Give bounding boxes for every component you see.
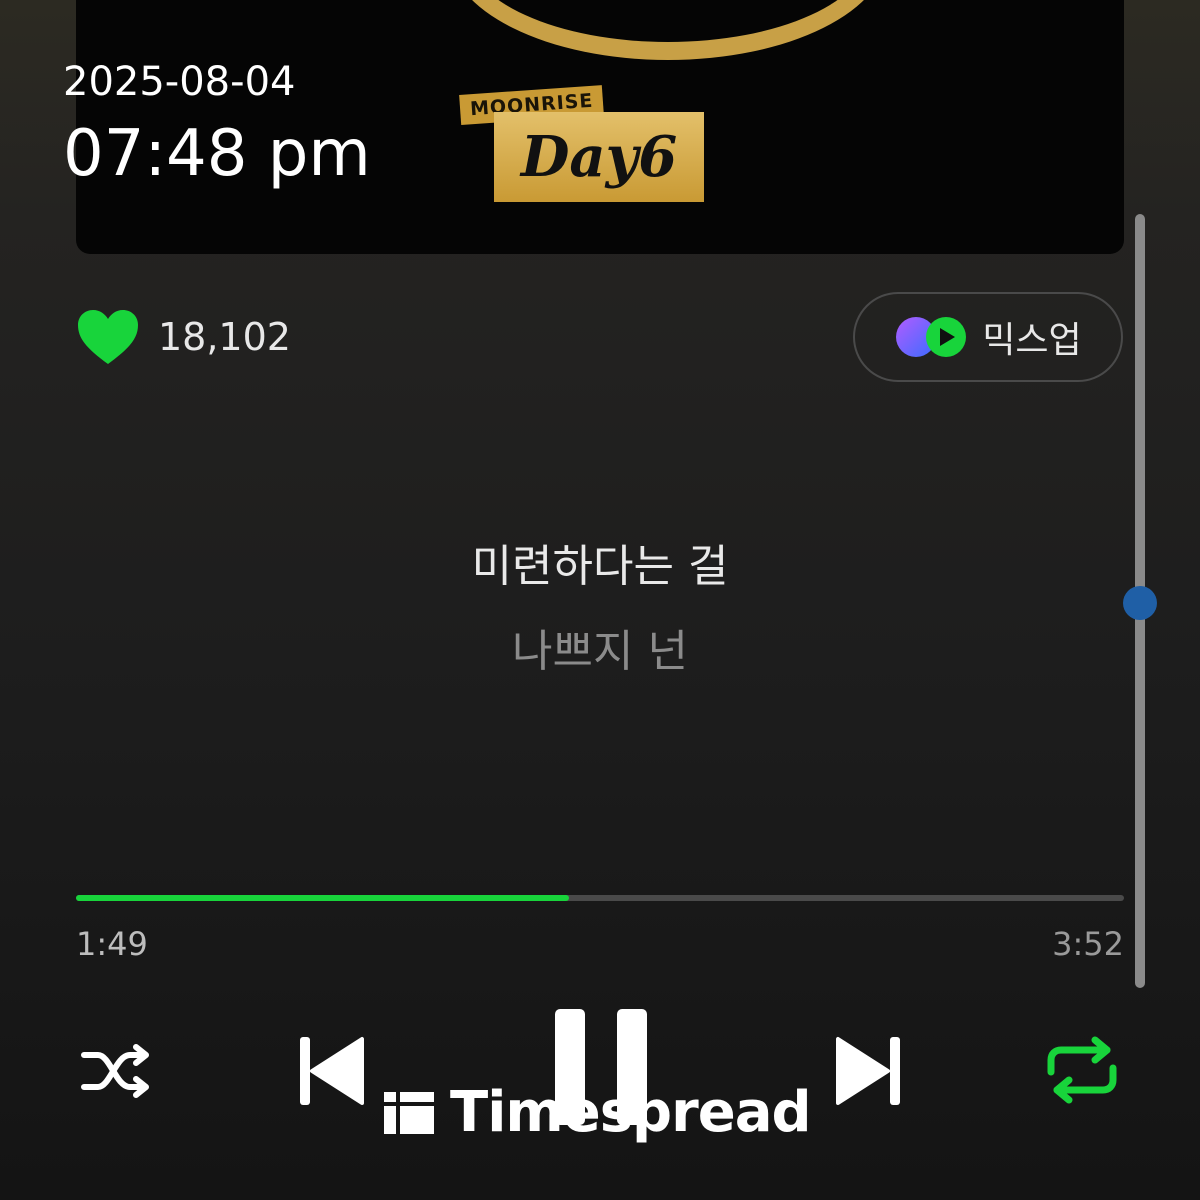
album-ring-graphic <box>448 0 888 60</box>
like-row: 18,102 <box>76 308 291 366</box>
previous-icon[interactable] <box>298 1033 364 1109</box>
watermark-logo-icon <box>384 1091 434 1134</box>
progress-fill <box>76 895 569 901</box>
heart-icon[interactable] <box>76 308 140 366</box>
next-icon[interactable] <box>836 1033 902 1109</box>
scrollbar-handle[interactable] <box>1123 586 1157 620</box>
album-badge-main: Day6 <box>494 112 704 202</box>
watermark: Timespread <box>384 1080 812 1145</box>
datetime-overlay: 2025-08-04 07:48 pm <box>63 62 371 186</box>
like-count: 18,102 <box>158 315 291 359</box>
date-text: 2025-08-04 <box>63 59 296 105</box>
mixup-button[interactable]: 믹스업 <box>853 292 1123 382</box>
mixup-icon <box>896 317 967 357</box>
watermark-text: Timespread <box>450 1080 812 1145</box>
repeat-icon[interactable] <box>1045 1036 1119 1104</box>
lyric-current-line: 미련하다는 걸 <box>471 541 729 592</box>
mixup-label: 믹스업 <box>982 320 1082 361</box>
progress-bar[interactable] <box>76 895 1124 901</box>
elapsed-time: 1:49 <box>76 925 148 963</box>
shuffle-icon[interactable] <box>80 1043 154 1099</box>
total-time: 3:52 <box>1052 925 1124 963</box>
time-text: 07:48 pm <box>63 117 371 191</box>
lyric-next-line: 나쁘지 넌 <box>512 626 688 677</box>
